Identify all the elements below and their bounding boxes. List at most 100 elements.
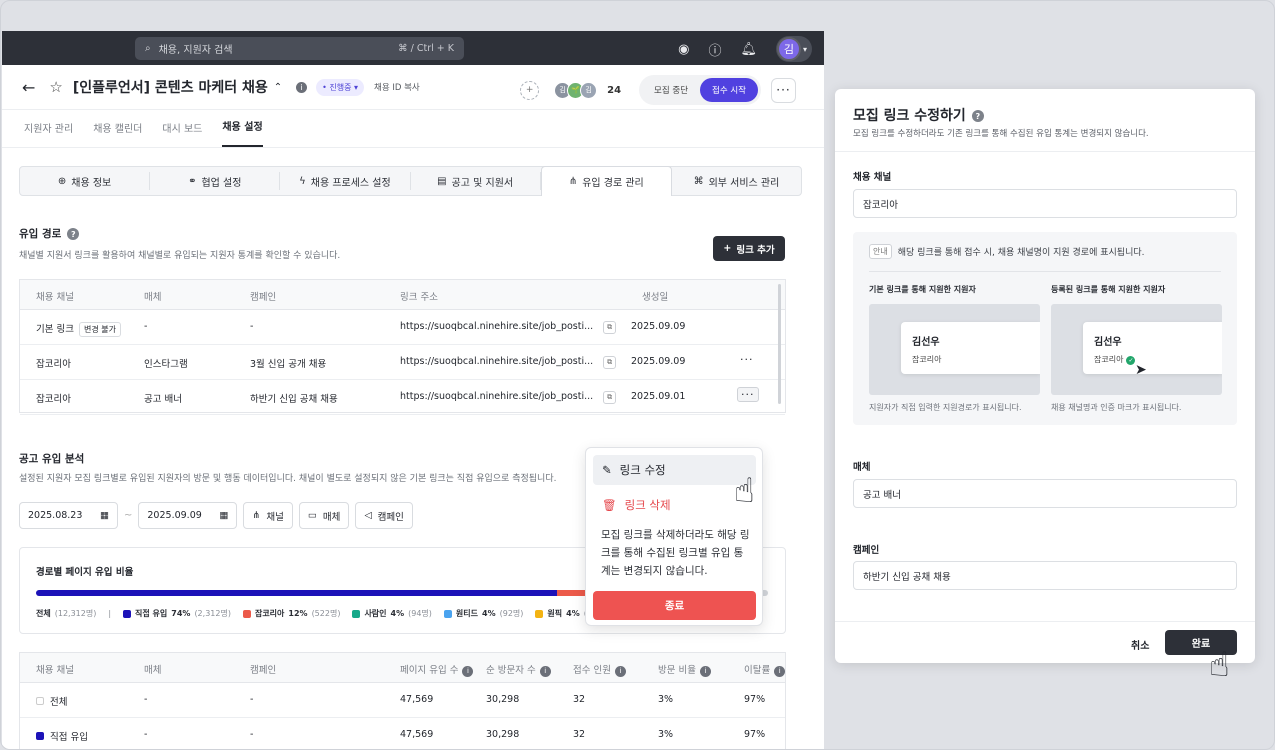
bell-icon[interactable]: 🔔︎ [740, 42, 757, 57]
campaign-filter-button[interactable]: ◁ 캠페인 [355, 502, 413, 529]
main-tabs: 지원자 관리 채용 캘린더 대시 보드 채용 설정 [2, 110, 824, 148]
megaphone-icon: ◁ [364, 510, 372, 521]
add-member-icon[interactable]: + [520, 80, 540, 100]
info-icon: i [462, 665, 474, 677]
cursor-arrow-icon: ➤ [1135, 362, 1147, 378]
table-row[interactable]: 잡코리아 공고 배너 하반기 신입 공채 채용 https://suoqbcal… [20, 380, 785, 415]
pointer-hand-icon: ☝︎ [1209, 645, 1230, 685]
copy-icon[interactable]: ⧉ [603, 391, 617, 404]
calendar-icon: ▦ [219, 510, 229, 521]
table-row[interactable]: 전체 - - 47,569 30,298 32 3% 97% [20, 683, 785, 718]
edit-link-panel: 모집 링크 수정하기? 모집 링크를 수정하더라도 기존 링크를 통해 수집된 … [835, 89, 1255, 663]
copy-id-link[interactable]: 채용 ID 복사 [374, 81, 420, 93]
edit-link-item[interactable]: ✎ 링크 수정 [593, 455, 756, 485]
row-more-icon[interactable]: ··· [740, 353, 754, 366]
swatch-icon [36, 697, 44, 705]
page-header: ← ☆ [인플루언서] 콘텐츠 마케터 채용 ⌃ i • 진행중 ▾ 채용 ID… [2, 65, 824, 110]
channel-filter-button[interactable]: ⋔ 채널 [243, 502, 293, 529]
legend-swatch [535, 609, 544, 618]
legend-total: 전체 (12,312명) | [36, 609, 112, 618]
legend-item: 원티드 4% (92명) [443, 608, 523, 619]
trash-icon: 🗑︎ [602, 498, 617, 512]
copy-icon[interactable]: ⧉ [603, 356, 617, 369]
media-field[interactable]: 공고 배너 [853, 479, 1237, 508]
calendar-icon: ▦ [100, 510, 109, 521]
legend-swatch [242, 609, 251, 618]
back-arrow-icon[interactable]: ← [22, 78, 35, 97]
panel-title: 모집 링크 수정하기? [853, 105, 984, 125]
tab-dashboard[interactable]: 대시 보드 [162, 120, 202, 147]
more-menu-button[interactable]: ··· [771, 77, 796, 103]
help-icon[interactable]: ⓘ [708, 40, 721, 59]
member-avatars[interactable]: 김 🌱 김 [554, 81, 598, 99]
scrollbar[interactable] [778, 284, 781, 404]
branch-icon: ⋔ [252, 510, 261, 521]
media-label: 매체 [853, 462, 871, 473]
legend-item: 직접 유입 74% (2,312명) [123, 608, 231, 619]
row-more-icon[interactable]: ··· [737, 387, 759, 402]
screenshot-frame: ⌕ 채용, 지원자 검색 ⌘ / Ctrl + K ◉ ⓘ 🔔︎ 김 ▾ ← ☆… [0, 0, 1275, 750]
document-icon: ▤ [437, 175, 447, 187]
profile-menu[interactable]: 김 ▾ [775, 36, 812, 62]
help-icon: ? [67, 228, 80, 240]
info-icon: i [699, 665, 711, 677]
legend-swatch [443, 609, 452, 618]
subtab-info[interactable]: ⊕ 채용 정보 [20, 172, 151, 190]
help-icon: ? [971, 110, 984, 122]
legend-swatch [123, 609, 132, 618]
campaign-field[interactable]: 하반기 신입 공채 채용 [853, 561, 1237, 590]
branch-icon: ⋔ [568, 176, 578, 187]
subtab-process[interactable]: ϟ 채용 프로세스 설정 [280, 172, 411, 190]
cancel-button[interactable]: 취소 [1131, 637, 1149, 652]
subtab-inflow[interactable]: ⋔ 유입 경로 관리 [540, 166, 672, 196]
chart-title: 경로별 페이지 유입 비율 [36, 567, 134, 578]
pointer-hand-icon: ☝︎ [734, 471, 755, 511]
star-icon[interactable]: ☆ [49, 78, 62, 96]
date-to-field[interactable]: 2025.09.09 ▦ [138, 502, 238, 529]
analysis-title: 공고 유입 분석 [19, 453, 85, 465]
info-icon: i [774, 665, 786, 677]
panel-subtitle: 모집 링크를 수정하더라도 기존 링크를 통해 수집된 유입 통계는 변경되지 … [853, 129, 1149, 139]
people-icon: ⚭ [188, 175, 197, 187]
start-recruit-button[interactable]: 접수 시작 [700, 78, 758, 102]
subtab-external[interactable]: ⌘ 외부 서비스 관리 [672, 172, 801, 190]
table-row[interactable]: 잡코리아 인스타그램 3월 신입 공개 채용 https://suoqbcal.… [20, 345, 785, 380]
search-input[interactable]: ⌕ 채용, 지원자 검색 ⌘ / Ctrl + K [135, 37, 464, 60]
tab-applicants[interactable]: 지원자 관리 [24, 120, 73, 147]
subtab-collab[interactable]: ⚭ 협업 설정 [150, 172, 281, 190]
bolt-icon: ϟ [299, 175, 306, 187]
table-header: 채용 채널 매체 캠페인 페이지 유입 수i 순 방문자 수i 접수 인원 i 방… [20, 653, 786, 683]
table-header: 채용 채널 매체 캠페인 링크 주소 생성일 [20, 280, 785, 310]
inflow-table: 채용 채널 매체 캠페인 링크 주소 생성일 기본 링크 변경 불가 - - ht… [19, 279, 786, 415]
table-row[interactable]: 기본 링크 변경 불가 - - https://suoqbcal.ninehire… [20, 310, 785, 345]
status-badge[interactable]: • 진행중 ▾ [316, 78, 365, 96]
date-from-field[interactable]: 2025.08.23 ▦ [19, 502, 118, 529]
tab-settings[interactable]: 채용 설정 [222, 118, 263, 147]
analysis-table: 채용 채널 매체 캠페인 페이지 유입 수i 순 방문자 수i 접수 인원 i 방… [19, 652, 786, 749]
globe-icon: ⊕ [57, 175, 67, 187]
chevron-up-icon[interactable]: ⌃ [274, 82, 282, 93]
channel-field[interactable]: 잡코리아 [853, 189, 1237, 218]
box-icon: ▭ [307, 510, 317, 521]
delete-link-item[interactable]: 🗑︎ 링크 삭제 [593, 490, 756, 520]
note-badge: 안내 [869, 244, 892, 259]
table-row[interactable]: 직접 유입 - - 47,569 30,298 32 3% 97% [20, 718, 785, 749]
avatar: 김 [776, 37, 801, 61]
compass-icon[interactable]: ◉ [678, 42, 689, 57]
analysis-subtitle: 설정된 지원자 모집 링크별로 유입된 지원자의 방문 및 행동 데이터입니다.… [19, 474, 557, 484]
info-icon: i [614, 665, 626, 677]
media-filter-button[interactable]: ▭ 매체 [298, 502, 350, 529]
campaign-label: 캠페인 [853, 545, 880, 556]
close-button[interactable]: 종료 [593, 591, 756, 620]
info-icon[interactable]: i [296, 81, 308, 93]
legend-swatch [352, 609, 361, 618]
copy-icon[interactable]: ⧉ [603, 321, 617, 334]
stop-recruit-button[interactable]: 모집 중단 [642, 78, 700, 102]
member-count: 24 [607, 84, 622, 96]
share-icon: ⌘ [693, 175, 704, 187]
tab-calendar[interactable]: 채용 캘린더 [93, 120, 142, 147]
subtab-posting[interactable]: ▤ 공고 및 지원서 [411, 172, 541, 190]
plus-icon: + [723, 243, 732, 254]
search-icon: ⌕ [145, 43, 151, 54]
add-link-button[interactable]: + 링크 추가 [713, 236, 785, 261]
